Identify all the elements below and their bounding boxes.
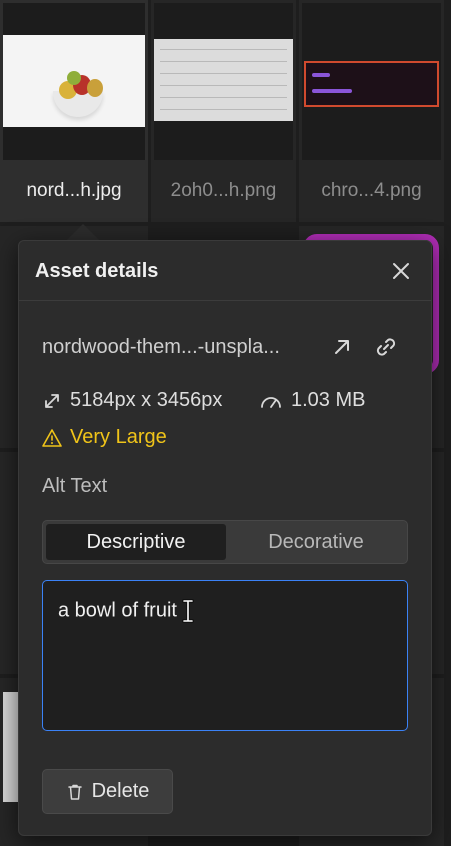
asset-tile-label: chro...4.png [321, 180, 422, 201]
asset-tile-label: nord...h.jpg [26, 180, 122, 201]
asset-tile[interactable]: chro...4.png [299, 0, 444, 222]
alt-mode-toggle: Descriptive Decorative [42, 520, 408, 564]
asset-tile[interactable]: nord...h.jpg [0, 0, 148, 222]
asset-filename: nordwood-them...-unspla... [42, 336, 280, 358]
copy-link-button[interactable] [373, 334, 399, 360]
text-cursor-icon [181, 599, 194, 623]
trash-icon [67, 784, 82, 800]
size-warning: Very Large [42, 426, 167, 449]
dimensions-text: 5184px x 3456px [70, 389, 223, 411]
asset-details-dialog: Asset details nordwood-them...-unspla...… [18, 240, 432, 836]
alt-text-label: Alt Text [42, 475, 108, 497]
dialog-header: Asset details [19, 241, 431, 301]
alt-text-value: a bowl of fruit [58, 599, 177, 622]
resize-icon [45, 393, 59, 408]
dialog-title: Asset details [35, 260, 159, 282]
filesize-text: 1.03 MB [291, 389, 366, 411]
copy-link-icon [376, 338, 396, 356]
asset-thumbnail [154, 3, 293, 160]
asset-thumbnail [302, 3, 441, 160]
alt-text-input[interactable]: a bowl of fruit [42, 580, 408, 731]
descriptive-option[interactable]: Descriptive [46, 524, 226, 560]
open-external-icon [335, 340, 349, 354]
gauge-icon [261, 396, 281, 408]
decorative-option[interactable]: Decorative [226, 524, 406, 560]
warning-icon [42, 428, 62, 447]
asset-thumbnail [3, 3, 145, 160]
delete-button[interactable]: Delete [42, 769, 173, 814]
size-warning-text: Very Large [70, 426, 167, 448]
close-button[interactable] [389, 259, 413, 283]
asset-filesize: 1.03 MB [259, 389, 365, 412]
open-asset-button[interactable] [329, 334, 355, 360]
dialog-pointer [66, 224, 100, 241]
asset-tile[interactable]: 2oh0...h.png [151, 0, 296, 222]
close-icon [393, 263, 409, 279]
delete-label: Delete [91, 780, 150, 802]
asset-tile-label: 2oh0...h.png [170, 180, 277, 201]
asset-dimensions: 5184px x 3456px [42, 389, 222, 412]
